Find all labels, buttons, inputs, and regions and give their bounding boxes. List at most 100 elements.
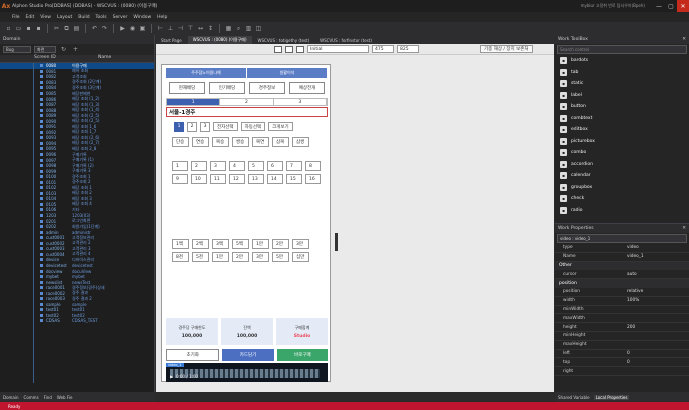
minimize-button[interactable]: — xyxy=(653,0,665,12)
horse-number-button[interactable]: 7 xyxy=(286,161,302,171)
debug-icon[interactable]: ◉ xyxy=(128,24,137,33)
property-row[interactable]: minHeight xyxy=(555,332,689,341)
bet-type-button[interactable]: 쌍승 xyxy=(232,137,249,147)
amount-button[interactable]: 1만 xyxy=(212,252,229,262)
amount-button[interactable]: 3만 xyxy=(292,239,309,249)
resize-handle-right[interactable] xyxy=(335,233,338,251)
property-row[interactable]: left 0 xyxy=(555,350,689,359)
left-tab-2[interactable]: Find xyxy=(44,395,52,400)
undo-icon[interactable]: ↶ xyxy=(90,24,99,33)
action-button-0[interactable]: 초기화 xyxy=(166,349,220,361)
property-row[interactable]: height 200 xyxy=(555,323,689,332)
widget-item[interactable]: ▪ button xyxy=(555,101,689,113)
menu-item-5[interactable]: Tools xyxy=(96,15,107,20)
action-button-1[interactable]: 카드담기 xyxy=(222,349,274,361)
phone-view-icon[interactable] xyxy=(274,45,282,53)
refresh-icon[interactable]: ↻ xyxy=(59,45,68,54)
phone-nav-button-1[interactable]: 인기배당 xyxy=(209,82,245,94)
device-select[interactable]: Initial xyxy=(307,45,369,53)
amount-button[interactable]: 8천 xyxy=(172,252,189,262)
property-row[interactable]: maxHeight xyxy=(555,341,689,350)
save-all-icon[interactable]: ▪ xyxy=(34,24,43,33)
menu-item-7[interactable]: Window xyxy=(133,15,151,20)
amount-button[interactable]: 2만 xyxy=(232,252,249,262)
property-value[interactable] xyxy=(625,341,689,349)
add-screen-icon[interactable]: + xyxy=(71,45,80,54)
right-tab-1[interactable]: Local Properties xyxy=(593,394,630,400)
amount-button[interactable]: 3만 xyxy=(252,252,269,262)
property-value[interactable]: 0 xyxy=(625,358,689,366)
property-value[interactable]: 200 xyxy=(625,323,689,331)
horse-number-button[interactable]: 6 xyxy=(267,161,283,171)
horse-number-button[interactable]: 10 xyxy=(191,174,207,184)
doc-tab-1[interactable]: WSCVUS : (0080) (이용구매) xyxy=(187,36,252,44)
bet-type-button[interactable]: 복승 xyxy=(212,137,229,147)
build-icon[interactable]: ▣ xyxy=(138,24,147,33)
left-tab-1[interactable]: Comms xyxy=(24,395,39,400)
widget-item[interactable]: ▪ accordion xyxy=(555,159,689,171)
horse-number-button[interactable]: 12 xyxy=(229,174,245,184)
horse-number-button[interactable]: 4 xyxy=(229,161,245,171)
amount-button[interactable]: 1백 xyxy=(172,239,189,249)
desktop-view-icon[interactable] xyxy=(296,45,304,53)
col-screen-id[interactable]: Screen ID xyxy=(0,55,72,62)
property-value[interactable]: 100% xyxy=(625,297,689,305)
horse-number-button[interactable]: 16 xyxy=(305,174,321,184)
select-mode-button-2[interactable]: 크게보기 xyxy=(268,122,293,131)
phone-top-tab-1[interactable]: 원활이석 xyxy=(247,68,328,78)
cut-icon[interactable]: ✂ xyxy=(52,24,61,33)
widget-item[interactable]: ▪ check xyxy=(555,193,689,205)
phone-nav-button-2[interactable]: 경주정보 xyxy=(249,82,285,94)
maximize-button[interactable]: ▢ xyxy=(665,0,677,12)
widget-item[interactable]: ▪ bardots xyxy=(555,55,689,67)
property-row[interactable]: minWidth xyxy=(555,306,689,315)
amount-button[interactable]: 2만 xyxy=(272,239,289,249)
property-row[interactable]: right xyxy=(555,367,689,376)
doc-tab-3[interactable]: WSCVUS : forfinstor (test) xyxy=(315,36,377,44)
left-tab-3[interactable]: Web Fie xyxy=(57,395,73,400)
paste-icon[interactable]: ▤ xyxy=(72,24,81,33)
new-file-icon[interactable]: ▫ xyxy=(4,24,13,33)
redo-icon[interactable]: ↷ xyxy=(100,24,109,33)
menu-item-4[interactable]: Build xyxy=(78,15,89,20)
property-value[interactable] xyxy=(625,332,689,340)
save-icon[interactable]: ▪ xyxy=(24,24,33,33)
screen-filter[interactable]: 화면 xyxy=(34,46,56,53)
widget-item[interactable]: ▪ tab xyxy=(555,67,689,79)
horse-number-button[interactable]: 1 xyxy=(172,161,188,171)
doc-tab-2[interactable]: WSCVUS : totigethy (test) xyxy=(253,36,315,44)
property-object-select[interactable]: video : video_1 xyxy=(557,234,687,243)
property-category[interactable]: Other xyxy=(555,261,689,271)
design-canvas[interactable]: 주주참노이용나해 원활이석 현재배당 인기배당 경주정보 예상전개 123 서울-1경주… xyxy=(156,55,554,392)
amount-button[interactable]: 5만 xyxy=(272,252,289,262)
widget-item[interactable]: ▪ calendar xyxy=(555,170,689,182)
step-tab-1[interactable]: 2 xyxy=(220,99,274,105)
width-field[interactable]: 475 xyxy=(372,45,394,53)
action-button-2[interactable]: 바로구매 xyxy=(276,349,328,361)
property-row[interactable]: type video xyxy=(555,244,689,253)
phone-nav-button-3[interactable]: 예상전개 xyxy=(289,82,325,94)
phone-top-tab-0[interactable]: 주주참노이용나해 xyxy=(166,68,247,78)
bet-type-button[interactable]: 복연 xyxy=(252,137,269,147)
amount-button[interactable]: 5백 xyxy=(232,239,249,249)
domain-filter[interactable]: Bug xyxy=(3,46,31,53)
property-value[interactable] xyxy=(625,314,689,322)
phone-nav-button-0[interactable]: 현재배당 xyxy=(169,82,205,94)
property-value[interactable]: video_1 xyxy=(625,253,689,261)
step-tab-2[interactable]: 3 xyxy=(274,99,327,105)
device-action-button[interactable]: 기종 해상 / 장치 보존처 xyxy=(480,45,533,53)
bet-type-button[interactable]: 삼복 xyxy=(272,137,289,147)
horse-number-button[interactable]: 14 xyxy=(267,174,283,184)
menu-item-3[interactable]: Layout xyxy=(57,15,72,20)
step-tab-0[interactable]: 1 xyxy=(167,99,221,105)
properties-close-icon[interactable]: ✕ xyxy=(682,226,686,231)
page-button-1[interactable]: 2 xyxy=(187,121,197,132)
align-left-icon[interactable]: ⊢ xyxy=(156,24,165,33)
widget-item[interactable]: ▪ static xyxy=(555,78,689,90)
zoom-icon[interactable]: ⌕ xyxy=(234,24,243,33)
property-row[interactable]: cursor auto xyxy=(555,270,689,280)
bet-type-button[interactable]: 단승 xyxy=(172,137,189,147)
align-center-icon[interactable]: ⊥ xyxy=(166,24,175,33)
toolbox-search[interactable]: Search control xyxy=(557,45,687,54)
widget-item[interactable]: ▪ groupbox xyxy=(555,182,689,194)
